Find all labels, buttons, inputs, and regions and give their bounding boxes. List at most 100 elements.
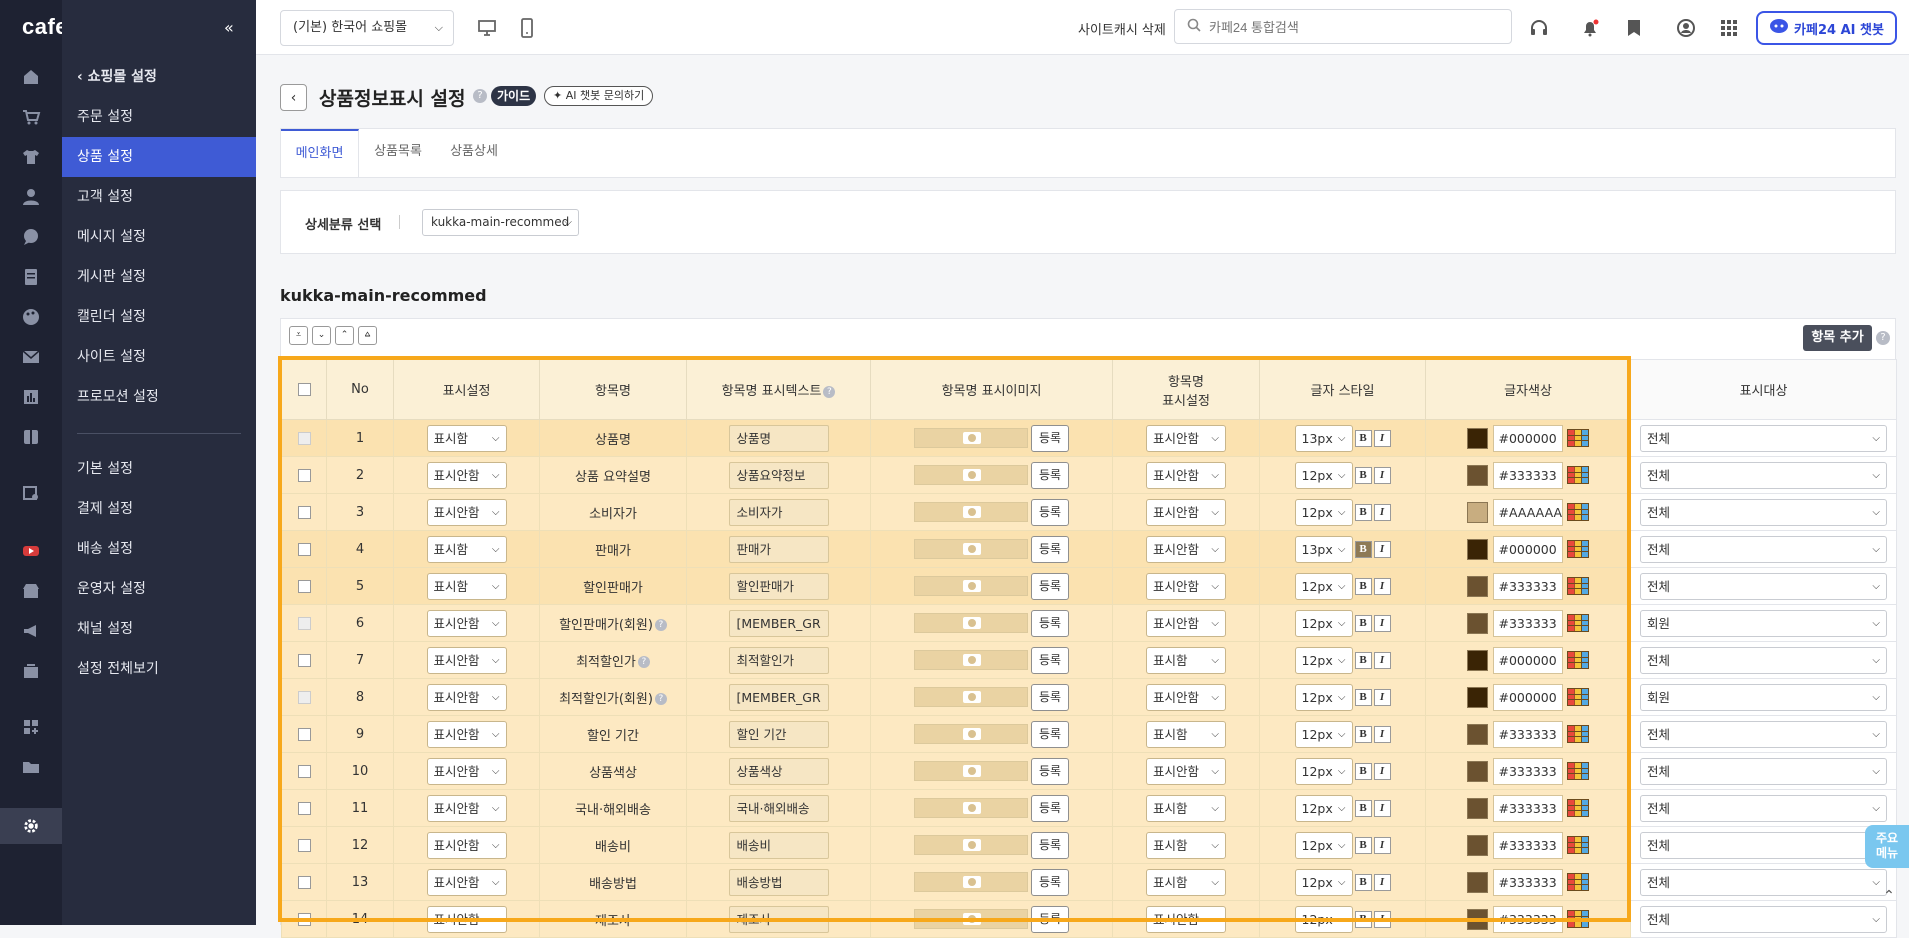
display-target-select[interactable]: 전체⌵ <box>1640 498 1887 526</box>
help-icon[interactable]: ? <box>1876 331 1890 345</box>
display-target-select[interactable]: 전체⌵ <box>1640 646 1887 674</box>
row-checkbox[interactable] <box>297 431 311 445</box>
color-palette-icon[interactable] <box>1566 614 1589 632</box>
row-checkbox[interactable] <box>297 616 311 630</box>
sidebar-item-shipping-settings[interactable]: 배송 설정 <box>62 529 256 569</box>
register-button[interactable]: 등록 <box>1031 757 1069 785</box>
back-button[interactable]: ‹ <box>280 84 307 111</box>
register-button[interactable]: 등록 <box>1031 424 1069 452</box>
folder-icon[interactable] <box>20 756 42 778</box>
display-setting-select[interactable]: 표시안함 ⌵ <box>426 794 507 822</box>
color-hex-input[interactable]: #333333 <box>1492 868 1563 896</box>
display-text-input[interactable]: 최적할인가 <box>728 646 829 674</box>
name-display-select[interactable]: 표시함 ⌵ <box>1146 646 1226 674</box>
bold-toggle[interactable]: B <box>1354 429 1372 447</box>
display-text-input[interactable]: 상품색상 <box>728 757 829 785</box>
bold-toggle[interactable]: B <box>1354 466 1372 484</box>
site-cache-delete-link[interactable]: 사이트캐시 삭제 <box>1078 19 1166 38</box>
display-setting-select[interactable]: 표시안함 ⌵ <box>426 646 507 674</box>
bookmark-icon[interactable] <box>1622 16 1646 40</box>
display-target-select[interactable]: 전체⌵ <box>1640 868 1887 896</box>
image-upload-field[interactable] <box>914 761 1028 781</box>
sidebar-item-promotion-settings[interactable]: 프로모션 설정 <box>62 377 256 417</box>
help-icon[interactable]: ? <box>654 619 667 631</box>
font-size-select[interactable]: 12px ⌵ <box>1294 831 1353 859</box>
image-upload-field[interactable] <box>914 576 1028 596</box>
tab-product-detail[interactable]: 상품상세 <box>437 129 511 177</box>
name-display-select[interactable]: 표시안함 ⌵ <box>1146 498 1226 526</box>
scroll-top-icon[interactable]: ⌃ <box>1879 888 1899 908</box>
display-setting-select[interactable]: 표시안함 ⌵ <box>426 757 507 785</box>
color-palette-icon[interactable] <box>1566 466 1589 484</box>
sidebar-item-board-settings[interactable]: 게시판 설정 <box>62 257 256 297</box>
color-hex-input[interactable]: #000000 <box>1492 646 1563 674</box>
row-checkbox[interactable] <box>297 579 311 593</box>
display-setting-select[interactable]: 표시안함 ⌵ <box>426 831 507 859</box>
display-target-select[interactable]: 전체⌵ <box>1640 572 1887 600</box>
display-text-input[interactable]: 상품명 <box>728 424 829 452</box>
display-text-input[interactable]: 소비자가 <box>728 498 829 526</box>
register-button[interactable]: 등록 <box>1031 498 1069 526</box>
account-icon[interactable] <box>1674 16 1698 40</box>
display-text-input[interactable]: 배송비 <box>728 831 829 859</box>
display-target-select[interactable]: 전체⌵ <box>1640 720 1887 748</box>
help-icon[interactable]: ? <box>823 385 836 398</box>
font-size-select[interactable]: 12px ⌵ <box>1294 498 1353 526</box>
display-setting-select[interactable]: 표시안함 ⌵ <box>426 461 507 489</box>
sidebar-item-operator-settings[interactable]: 운영자 설정 <box>62 569 256 609</box>
tab-main-screen[interactable]: 메인화면 <box>281 129 359 177</box>
sidebar-item-channel-settings[interactable]: 채널 설정 <box>62 609 256 649</box>
board-icon[interactable] <box>20 266 42 288</box>
color-hex-input[interactable]: #333333 <box>1492 905 1563 933</box>
register-button[interactable]: 등록 <box>1031 868 1069 896</box>
color-swatch[interactable] <box>1467 427 1489 449</box>
font-size-select[interactable]: 13px ⌵ <box>1294 424 1353 452</box>
ai-chatbot-button[interactable]: 카페24 AI 챗봇 <box>1756 11 1897 45</box>
mobile-icon[interactable] <box>515 16 539 40</box>
image-upload-field[interactable] <box>914 909 1028 929</box>
search-input[interactable] <box>1209 16 1499 38</box>
font-size-select[interactable]: 12px ⌵ <box>1294 720 1353 748</box>
display-setting-select[interactable]: 표시안함 ⌵ <box>426 498 507 526</box>
cart-icon[interactable] <box>20 106 42 128</box>
color-swatch[interactable] <box>1467 760 1489 782</box>
color-swatch[interactable] <box>1467 612 1489 634</box>
register-button[interactable]: 등록 <box>1031 609 1069 637</box>
italic-toggle[interactable]: I <box>1373 651 1391 669</box>
color-hex-input[interactable]: #AAAAAA <box>1492 498 1563 526</box>
register-button[interactable]: 등록 <box>1031 461 1069 489</box>
store-icon[interactable] <box>20 580 42 602</box>
color-hex-input[interactable]: #333333 <box>1492 831 1563 859</box>
shop-select[interactable]: (기본) 한국어 쇼핑몰 ⌵ <box>280 10 454 46</box>
display-setting-select[interactable]: 표시함 ⌵ <box>426 424 507 452</box>
register-button[interactable]: 등록 <box>1031 794 1069 822</box>
notification-bell-icon[interactable] <box>1578 16 1602 40</box>
sidebar-item-basic-settings[interactable]: 기본 설정 <box>62 449 256 489</box>
row-checkbox[interactable] <box>297 653 311 667</box>
name-display-select[interactable]: 표시함 ⌵ <box>1146 831 1226 859</box>
italic-toggle[interactable]: I <box>1373 762 1391 780</box>
home-icon[interactable] <box>20 66 42 88</box>
italic-toggle[interactable]: I <box>1373 540 1391 558</box>
row-checkbox[interactable] <box>297 727 311 741</box>
channel-icon[interactable] <box>20 660 42 682</box>
display-target-select[interactable]: 전체⌵ <box>1640 905 1887 933</box>
color-palette-icon[interactable] <box>1566 503 1589 521</box>
chart-icon[interactable] <box>20 386 42 408</box>
register-button[interactable]: 등록 <box>1031 646 1069 674</box>
category-select[interactable]: kukka-main-recommed ⌵ <box>422 209 579 236</box>
row-checkbox[interactable] <box>297 838 311 852</box>
sidebar-item-all-settings[interactable]: 설정 전체보기 <box>62 649 256 689</box>
font-size-select[interactable]: 12px ⌵ <box>1294 609 1353 637</box>
megaphone-icon[interactable] <box>20 620 42 642</box>
desktop-icon[interactable] <box>475 16 499 40</box>
display-target-select[interactable]: 전체⌵ <box>1640 535 1887 563</box>
row-checkbox[interactable] <box>297 505 311 519</box>
sidebar-item-payment-settings[interactable]: 결제 설정 <box>62 489 256 529</box>
italic-toggle[interactable]: I <box>1373 429 1391 447</box>
font-size-select[interactable]: 12px ⌵ <box>1294 794 1353 822</box>
name-display-select[interactable]: 표시안함 ⌵ <box>1146 572 1226 600</box>
bold-toggle[interactable]: B <box>1354 688 1372 706</box>
display-setting-select[interactable]: 표시함 ⌵ <box>426 535 507 563</box>
font-size-select[interactable]: 12px ⌵ <box>1294 868 1353 896</box>
